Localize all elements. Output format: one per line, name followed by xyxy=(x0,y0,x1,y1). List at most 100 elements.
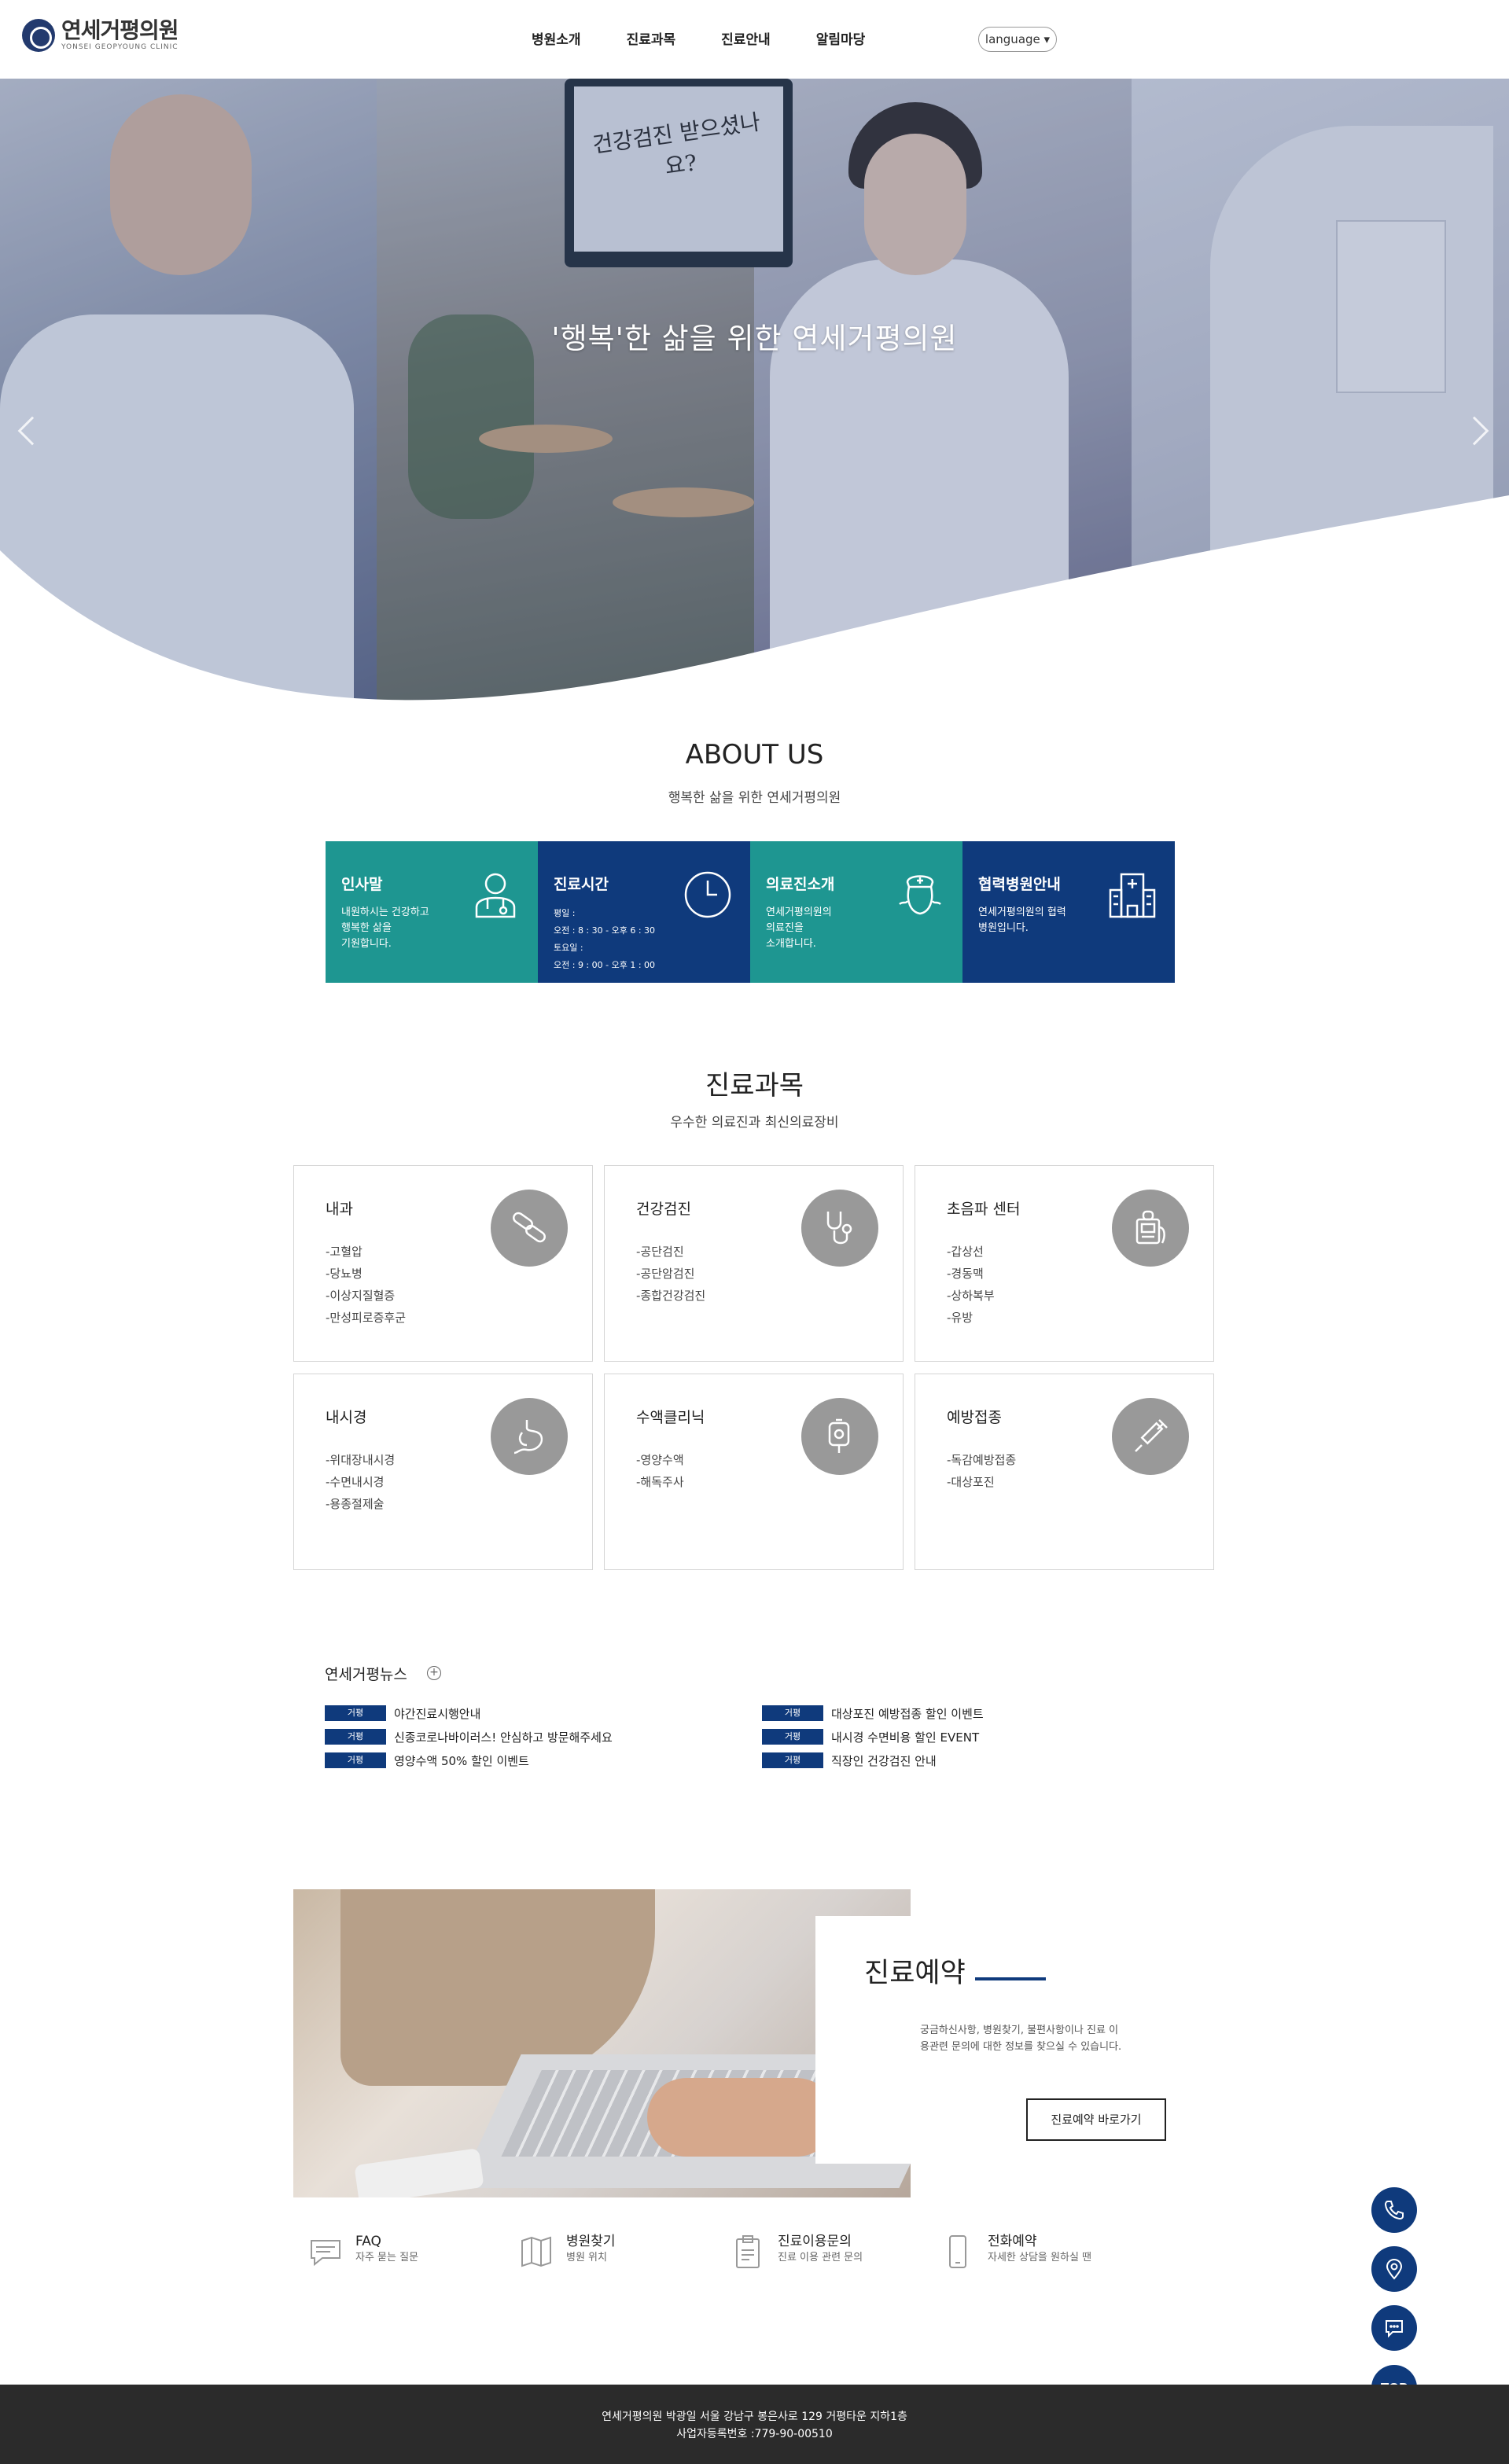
float-chat-button[interactable] xyxy=(1371,2305,1417,2351)
news-list-left: 거평 야간진료시행안내 거평 신종코로나바이러스! 안심하고 방문해주세요 거평 영양… xyxy=(325,1701,686,1772)
hero-slider: 건강검진 받으셨나요? '행복'한 삶을 위한 연세거평의원 xyxy=(0,79,1509,708)
quick-link-sub: 자세한 상담을 원하실 땐 xyxy=(988,2252,1091,2264)
about-box-partner[interactable]: 협력병원안내 연세거평의원의 협력 병원입니다. xyxy=(962,841,1175,983)
float-phone-button[interactable] xyxy=(1371,2187,1417,2233)
dept-item: -수면내시경 xyxy=(326,1475,385,1489)
pill-icon xyxy=(491,1190,568,1267)
news-text: 내시경 수면비용 할인 EVENT xyxy=(831,1730,980,1745)
hero-wave-shape xyxy=(0,495,1509,708)
news-title: 연세거평뉴스 xyxy=(325,1666,407,1683)
quick-link-title: 전화예약 xyxy=(988,2234,1037,2249)
dept-card-endoscopy[interactable]: 내시경 -위대장내시경 -수면내시경 -용종절제술 xyxy=(293,1374,593,1570)
quick-link-title: FAQ xyxy=(355,2234,381,2249)
logo[interactable]: 연세거평의원 YONSEI GEOPYOUNG CLINIC xyxy=(22,19,179,52)
quick-link-inquiry[interactable]: 진료이용문의 진료 이용 관련 문의 xyxy=(729,2233,863,2271)
news-badge: 거평 xyxy=(325,1752,386,1768)
about-subtitle: 행복한 삶을 위한 연세거평의원 xyxy=(668,790,841,806)
quick-link-title: 병원찾기 xyxy=(566,2234,616,2249)
about-box-greeting[interactable]: 인사말 내원하시는 건강하고 행복한 삶을 기원합니다. xyxy=(326,841,538,983)
list-item[interactable]: 거평 내시경 수면비용 할인 EVENT xyxy=(762,1725,1124,1749)
nav-item-notice[interactable]: 알림마당 xyxy=(816,28,866,48)
quick-link-phone[interactable]: 전화예약자세한 상담을 원하실 땐 xyxy=(939,2233,1091,2271)
list-item[interactable]: 거평 대상포진 예방접종 할인 이벤트 xyxy=(762,1701,1124,1725)
quick-link-faq[interactable]: FAQ 자주 묻는 질문 xyxy=(307,2233,418,2271)
main-nav: 병원소개 진료과목 진료안내 알림마당 xyxy=(532,28,911,48)
news-badge: 거평 xyxy=(762,1705,823,1721)
reservation-title: 진료예약 xyxy=(864,1958,966,1989)
quick-link-title: 진료이용문의 xyxy=(778,2234,852,2249)
list-item[interactable]: 거평 영양수액 50% 할인 이벤트 xyxy=(325,1749,686,1772)
mobile-phone-icon xyxy=(949,2235,966,2268)
quick-link-location[interactable]: 병원찾기병원 위치 xyxy=(517,2233,616,2271)
reservation-text: 궁금하신사항, 병원찾기, 불편사항이나 진료 이용관련 문의에 대한 정보를 … xyxy=(920,2025,1122,2053)
news-badge: 거평 xyxy=(762,1752,823,1768)
dept-card-checkup[interactable]: 건강검진 -공단검진 -공단암검진 -종합건강검진 xyxy=(604,1165,904,1362)
chat-icon xyxy=(1386,2320,1403,2338)
dept-card-ultrasound[interactable]: 초음파 센터 -갑상선 -경동맥 -상하복부 -유방 xyxy=(915,1165,1214,1362)
news-badge: 거평 xyxy=(325,1705,386,1721)
hero-headline: '행복'한 삶을 위한 연세거평의원 xyxy=(551,322,958,355)
syringe-icon xyxy=(1112,1398,1189,1475)
nurse-icon xyxy=(899,875,941,915)
about-box-hours[interactable]: 진료시간 평일 : 오전 : 8 : 30 - 오후 6 : 30 토요일 : … xyxy=(538,841,750,983)
site-footer: 연세거평의원 박광일 서울 강남구 봉은사로 129 거평타운 지하1층 사업자… xyxy=(0,2385,1509,2464)
map-icon xyxy=(521,2236,551,2267)
logo-emblem-icon xyxy=(22,19,55,52)
phone-icon xyxy=(1384,2201,1404,2220)
doctor-icon xyxy=(475,873,516,918)
about-box-staff[interactable]: 의료진소개 연세거평의원의 의료진을 소개합니다. xyxy=(750,841,962,983)
list-item[interactable]: 거평 야간진료시행안내 xyxy=(325,1701,686,1725)
about-boxes: 인사말 내원하시는 건강하고 행복한 삶을 기원합니다. 진료시간 평일 : 오… xyxy=(326,841,1175,983)
stethoscope-icon xyxy=(801,1190,878,1267)
dept-item: -경동맥 xyxy=(947,1267,984,1281)
news-text: 신종코로나바이러스! 안심하고 방문해주세요 xyxy=(394,1730,613,1745)
location-pin-icon xyxy=(1386,2258,1403,2280)
site-header: 연세거평의원 YONSEI GEOPYOUNG CLINIC 병원소개 진료과목… xyxy=(0,0,1509,79)
dept-item: -만성피로증후군 xyxy=(326,1311,407,1325)
reservation-card: 진료예약 궁금하신사항, 병원찾기, 불편사항이나 진료 이용관련 문의에 대한… xyxy=(815,1916,1185,2164)
dept-item: -당뇨병 xyxy=(326,1267,363,1281)
nav-item-departments[interactable]: 진료과목 xyxy=(627,28,676,48)
nav-item-about[interactable]: 병원소개 xyxy=(532,28,581,48)
ultrasound-icon xyxy=(1112,1190,1189,1267)
news-list-right: 거평 대상포진 예방접종 할인 이벤트 거평 내시경 수면비용 할인 EVENT 거… xyxy=(762,1701,1124,1772)
dept-item: -공단암검진 xyxy=(636,1267,695,1281)
footer-business-number: 사업자등록번호 :779-90-00510 xyxy=(676,2428,833,2440)
news-badge: 거평 xyxy=(762,1729,823,1745)
news-text: 직장인 건강검진 안내 xyxy=(831,1753,937,1768)
logo-subtitle: YONSEI GEOPYOUNG CLINIC xyxy=(61,43,179,51)
quick-link-sub: 자주 묻는 질문 xyxy=(355,2252,419,2264)
dept-card-internal[interactable]: 내과 -고혈압 -당뇨병 -이상지질혈증 -만성피로증후군 xyxy=(293,1165,593,1362)
list-item[interactable]: 거평 신종코로나바이러스! 안심하고 방문해주세요 xyxy=(325,1725,686,1749)
dept-item: -유방 xyxy=(947,1311,973,1325)
dept-item: -대상포진 xyxy=(947,1475,995,1489)
nav-item-guide[interactable]: 진료안내 xyxy=(721,28,771,48)
clock-icon xyxy=(684,871,731,918)
reservation-button[interactable]: 진료예약 바로가기 xyxy=(1026,2098,1166,2141)
chat-bubble-icon xyxy=(311,2240,340,2267)
dept-card-vaccination[interactable]: 예방접종 -독감예방접종 -대상포진 xyxy=(915,1374,1214,1570)
title-underline xyxy=(975,1977,1046,1980)
logo-name: 연세거평의원 xyxy=(61,17,179,43)
news-more-icon[interactable]: + xyxy=(427,1666,441,1680)
news-badge: 거평 xyxy=(325,1729,386,1745)
about-title: ABOUT US xyxy=(685,739,824,770)
dept-item: -종합건강검진 xyxy=(636,1289,706,1303)
float-location-button[interactable] xyxy=(1371,2246,1417,2292)
dept-item: -해독주사 xyxy=(636,1475,684,1489)
language-select[interactable]: language ▾ xyxy=(978,27,1057,52)
dept-card-iv-clinic[interactable]: 수액클리닉 -영양수액 -해독주사 xyxy=(604,1374,904,1570)
quick-link-sub: 병원 위치 xyxy=(566,2252,607,2264)
dept-item: -상하복부 xyxy=(947,1289,995,1303)
dept-item: -용종절제술 xyxy=(326,1497,385,1511)
news-text: 대상포진 예방접종 할인 이벤트 xyxy=(831,1706,984,1721)
list-item[interactable]: 거평 직장인 건강검진 안내 xyxy=(762,1749,1124,1772)
hospital-icon xyxy=(1109,873,1156,918)
stomach-icon xyxy=(491,1398,568,1475)
iv-bag-icon xyxy=(801,1398,878,1475)
news-text: 영양수액 50% 할인 이벤트 xyxy=(394,1753,529,1768)
news-text: 야간진료시행안내 xyxy=(394,1706,481,1721)
departments-subtitle: 우수한 의료진과 최신의료장비 xyxy=(670,1115,839,1131)
dept-item: -이상지질혈증 xyxy=(326,1289,396,1303)
departments-title: 진료과목 xyxy=(705,1070,804,1101)
